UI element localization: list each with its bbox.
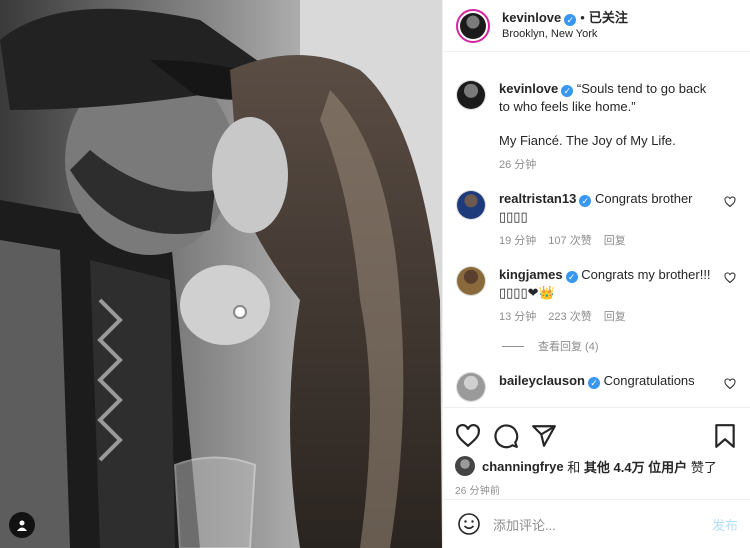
comment-username[interactable]: kingjames	[499, 267, 563, 282]
divider	[502, 345, 524, 347]
comment-time[interactable]: 19 分钟	[499, 235, 536, 247]
post-actions: channingfrye 和 其他 4.4万 位用户 赞了 26 分钟前	[443, 407, 750, 499]
likes-suffix: 赞了	[690, 459, 717, 475]
comment-time[interactable]: 13 分钟	[499, 311, 536, 323]
bookmark-icon[interactable]	[712, 423, 738, 449]
caption-time[interactable]: 26 分钟	[499, 159, 536, 171]
post-side-panel: kevinlove ✓ • 已关注 Brooklyn, New York kevinl…	[442, 0, 750, 548]
heart-icon[interactable]	[724, 272, 736, 284]
comments-list[interactable]: kevinlove ✓ “Souls tend to go back to who…	[443, 52, 750, 407]
comment-likes[interactable]: 223 次赞	[548, 311, 591, 323]
caption-username[interactable]: kevinlove	[499, 81, 558, 96]
post-timestamp[interactable]: 26 分钟前	[455, 482, 738, 497]
post-header: kevinlove ✓ • 已关注 Brooklyn, New York	[443, 0, 750, 52]
comment-text: Congratulations	[603, 373, 695, 388]
avatar[interactable]	[456, 372, 486, 402]
list-item: realtristan13 ✓ Congrats brother ▯▯▯▯ 19 …	[456, 190, 738, 250]
verified-badge-icon: ✓	[561, 85, 574, 97]
reply-button[interactable]: 回复	[604, 235, 626, 247]
tag-people-button[interactable]	[9, 512, 35, 538]
verified-badge-icon: ✓	[565, 271, 578, 283]
avatar[interactable]	[456, 80, 486, 110]
post-photo[interactable]	[0, 0, 442, 548]
likes-summary: channingfrye 和 其他 4.4万 位用户 赞了	[455, 456, 738, 476]
verified-badge-icon: ✓	[579, 195, 592, 207]
comment-username[interactable]: baileyclauson	[499, 373, 585, 388]
likes-user[interactable]: channingfrye	[482, 459, 564, 474]
heart-icon[interactable]	[455, 423, 481, 449]
share-icon[interactable]	[531, 423, 557, 449]
likes-others-link[interactable]: 其他 4.4万 位用户	[584, 457, 687, 476]
reply-button[interactable]: 回复	[604, 311, 626, 323]
heart-icon[interactable]	[724, 378, 736, 390]
post-author-username[interactable]: kevinlove	[502, 10, 561, 25]
separator-dot: •	[580, 9, 585, 25]
list-item: kingjames ✓ Congrats my brother!!! ▯▯▯▯❤👑…	[456, 266, 738, 326]
post-comment-button[interactable]: 发布	[712, 515, 738, 534]
verified-badge-icon: ✓	[587, 377, 600, 389]
verified-badge-icon: ✓	[564, 13, 577, 26]
comment-icon[interactable]	[493, 423, 519, 449]
caption-text-line2: My Fiancé. The Joy of My Life.	[499, 133, 676, 148]
comment-likes[interactable]: 107 次赞	[548, 235, 591, 247]
view-replies-label: 查看回复 (4)	[538, 341, 599, 353]
emoji-icon[interactable]	[457, 512, 481, 536]
follow-status-button[interactable]: 已关注	[589, 10, 628, 25]
couple-photo-image	[0, 0, 442, 548]
avatar[interactable]	[456, 8, 490, 43]
avatar[interactable]	[455, 456, 475, 476]
avatar[interactable]	[456, 190, 486, 220]
add-comment-bar: 添加评论... 发布	[443, 499, 750, 548]
user-tag-icon	[17, 520, 27, 531]
caption: kevinlove ✓ “Souls tend to go back to who…	[456, 80, 738, 174]
list-item: baileyclauson ✓ Congratulations	[456, 372, 738, 402]
post-location[interactable]: Brooklyn, New York	[502, 26, 628, 43]
likes-and: 和	[567, 459, 581, 475]
view-replies-button[interactable]: 查看回复 (4)	[502, 338, 738, 354]
comment-input[interactable]: 添加评论...	[493, 515, 712, 534]
comment-username[interactable]: realtristan13	[499, 191, 576, 206]
avatar[interactable]	[456, 266, 486, 296]
heart-icon[interactable]	[724, 196, 736, 208]
